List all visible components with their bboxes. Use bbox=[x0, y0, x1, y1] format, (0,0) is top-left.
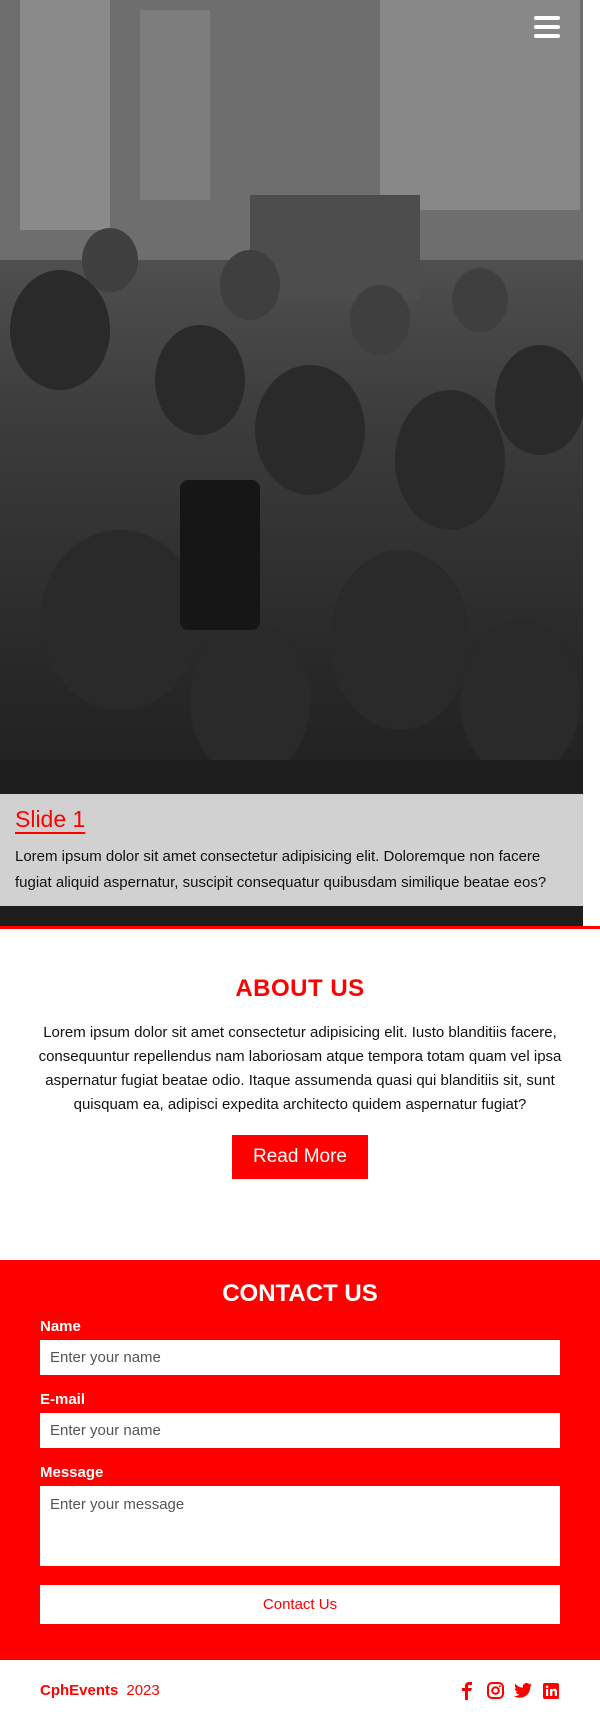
facebook-icon[interactable] bbox=[458, 1681, 476, 1700]
about-section: ABOUT US Lorem ipsum dolor sit amet cons… bbox=[0, 975, 600, 1179]
contact-title: CONTACT US bbox=[222, 1280, 378, 1307]
about-title: ABOUT US bbox=[235, 975, 365, 1002]
twitter-icon[interactable] bbox=[514, 1682, 532, 1700]
footer-brand: CphEvents 2023 bbox=[40, 1682, 160, 1699]
slide-text: Lorem ipsum dolor sit amet consectetur a… bbox=[15, 848, 547, 891]
email-label: E-mail bbox=[40, 1391, 86, 1408]
footer-year: 2023 bbox=[126, 1682, 160, 1699]
hero-edge bbox=[583, 0, 600, 928]
about-text: Lorem ipsum dolor sit amet consectetur a… bbox=[38, 1024, 562, 1113]
contact-section: CONTACT US Name E-mail Message Contact U… bbox=[0, 1260, 600, 1660]
slide-title: Slide 1 bbox=[15, 806, 86, 832]
email-input[interactable] bbox=[40, 1413, 560, 1448]
message-label: Message bbox=[40, 1464, 104, 1481]
hero-crowd-image bbox=[0, 0, 583, 928]
message-textarea[interactable] bbox=[40, 1486, 560, 1566]
hero-divider bbox=[0, 926, 600, 929]
hero-slider: Slide 1 Lorem ipsum dolor sit amet conse… bbox=[0, 0, 583, 928]
footer: CphEvents 2023 bbox=[0, 1660, 600, 1721]
social-links bbox=[458, 1681, 560, 1700]
brand-name: CphEvents bbox=[40, 1682, 119, 1699]
instagram-icon[interactable] bbox=[486, 1682, 504, 1700]
contact-us-button[interactable]: Contact Us bbox=[40, 1585, 560, 1624]
read-more-button[interactable]: Read More bbox=[232, 1135, 368, 1179]
name-input[interactable] bbox=[40, 1340, 560, 1375]
name-label: Name bbox=[40, 1318, 81, 1335]
slide-caption: Slide 1 Lorem ipsum dolor sit amet conse… bbox=[0, 794, 583, 906]
hamburger-icon[interactable] bbox=[534, 16, 560, 38]
linkedin-icon[interactable] bbox=[542, 1682, 560, 1700]
